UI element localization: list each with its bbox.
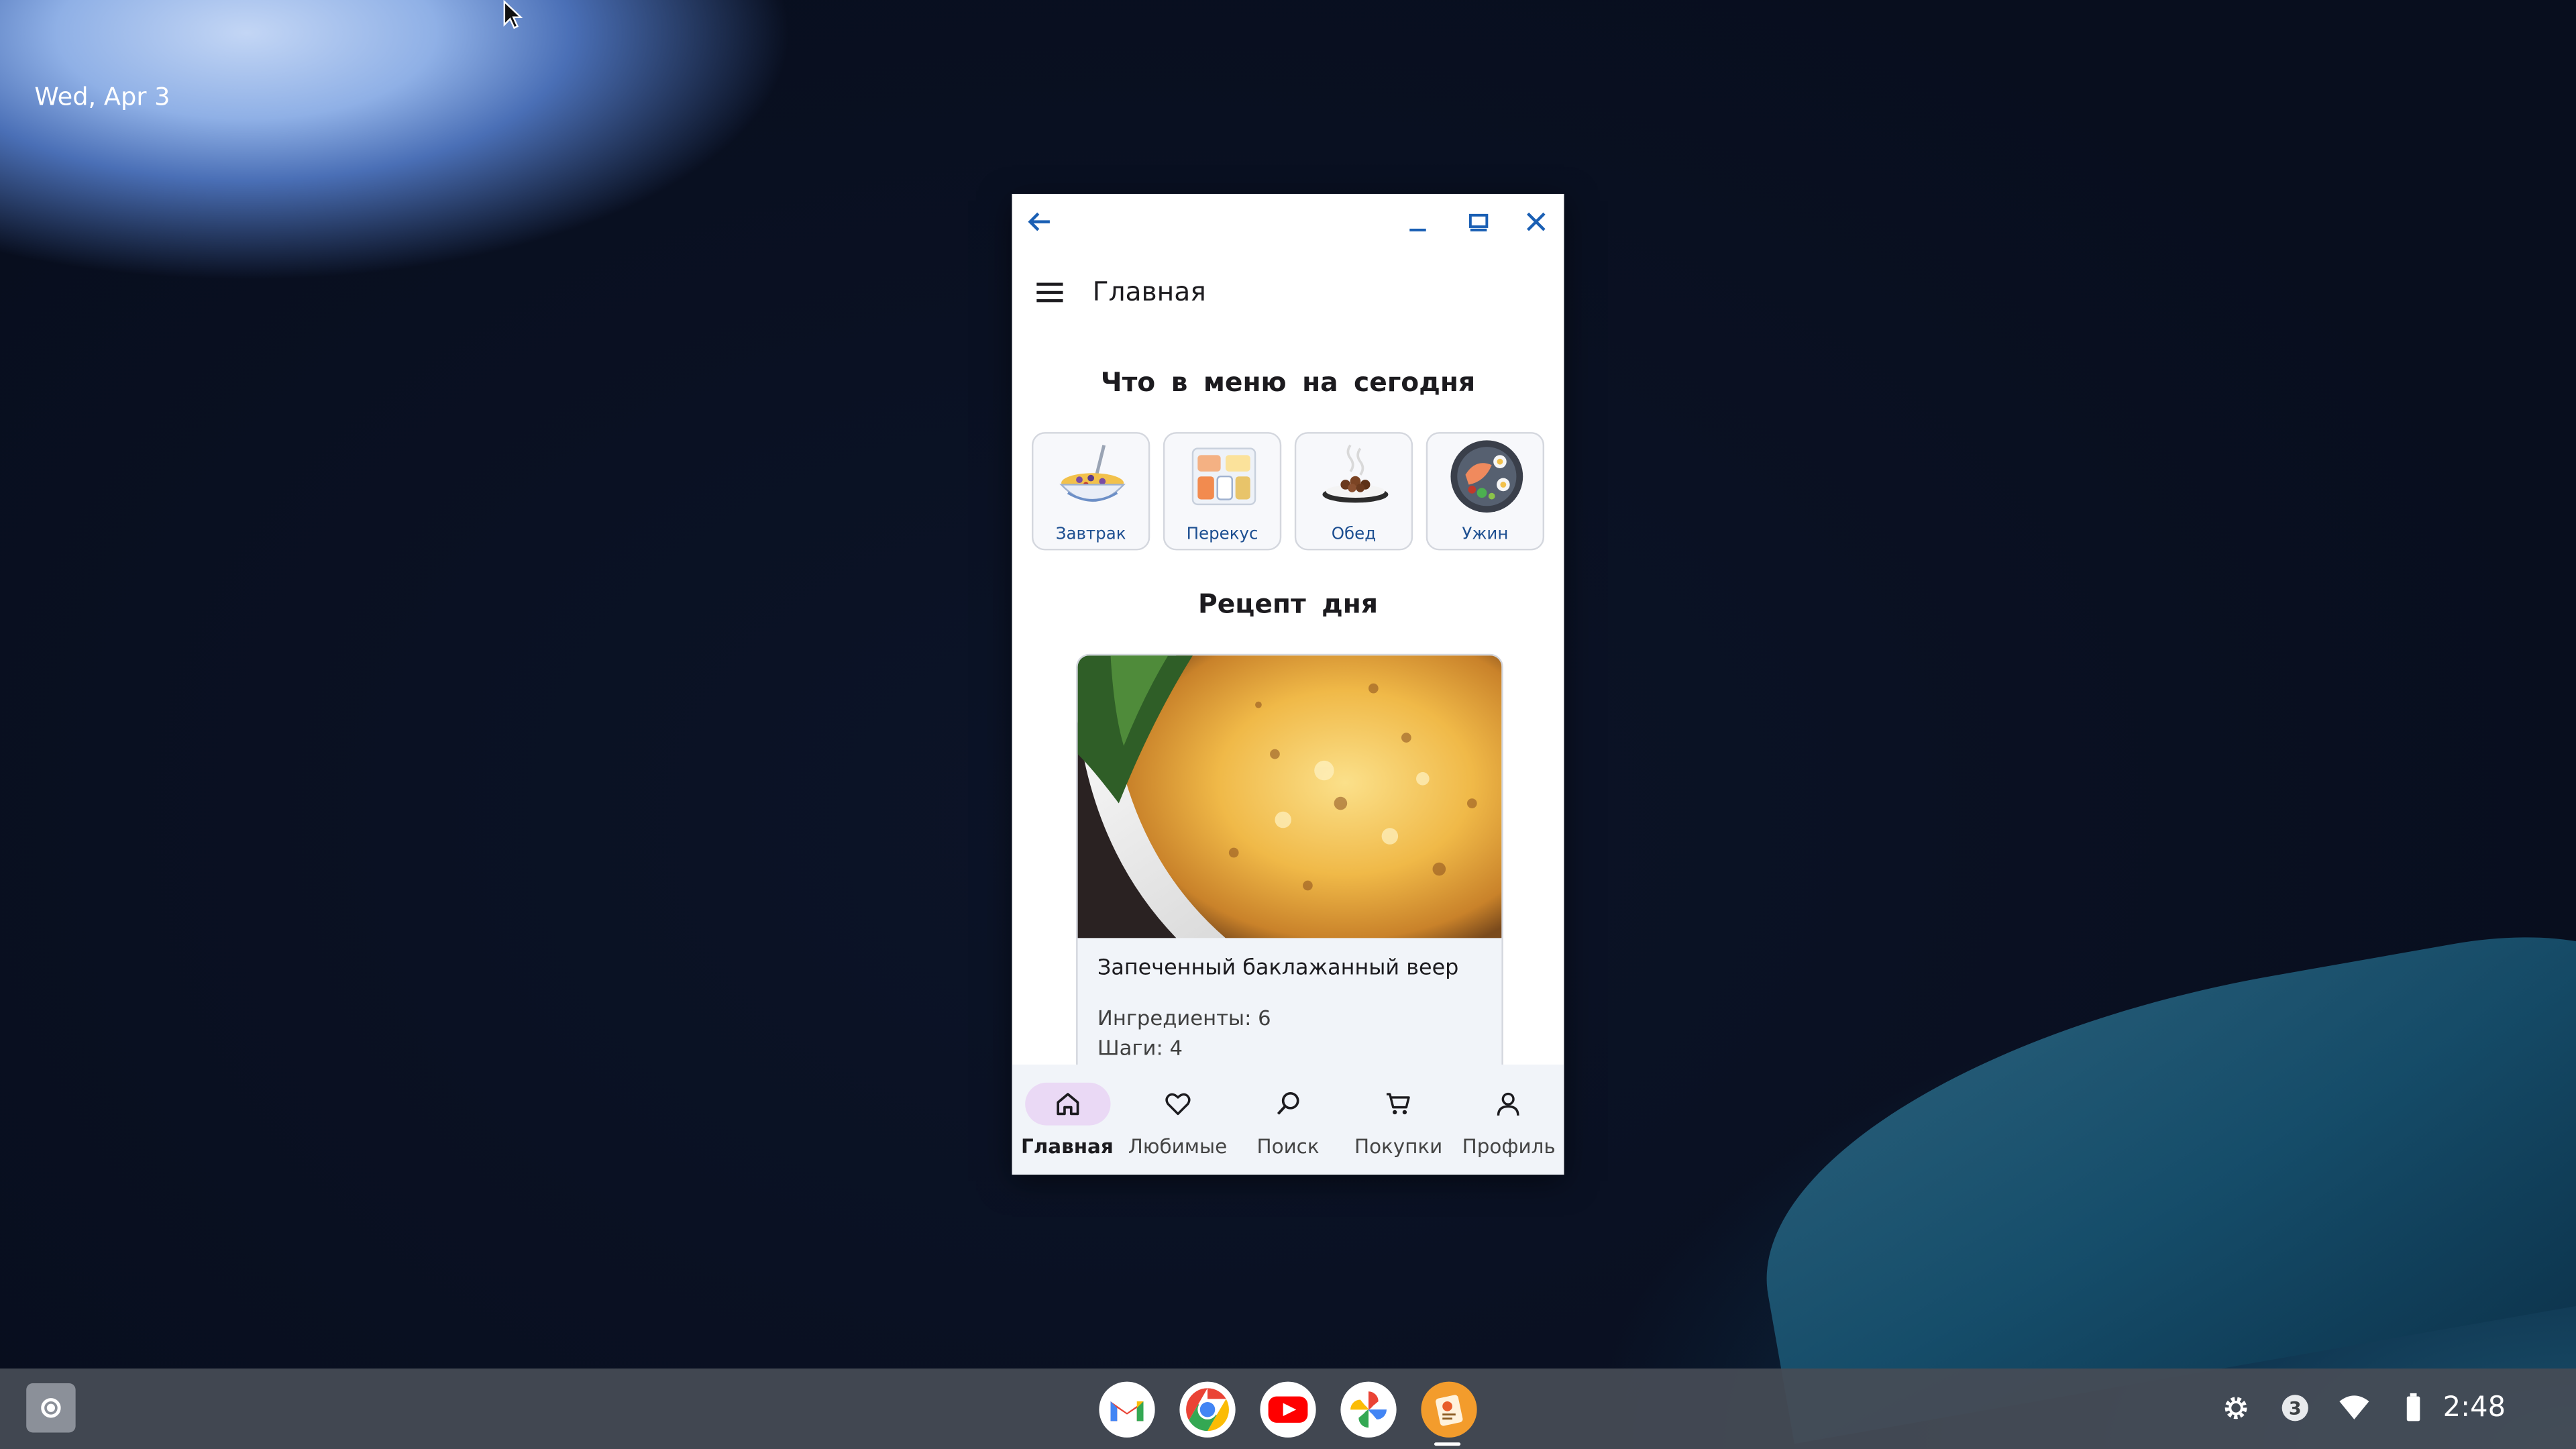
gmail-app-icon[interactable]	[1099, 1381, 1155, 1438]
home-icon	[1024, 1082, 1110, 1126]
bottom-navigation: Главная Любимые Поиск Покупки Профиль	[1012, 1064, 1564, 1175]
meal-categories: Завтрак Перекус Обед Ужин	[1031, 432, 1545, 553]
notification-badge: 3	[2282, 1395, 2308, 1421]
youtube-app-icon[interactable]	[1260, 1381, 1316, 1438]
person-icon	[1466, 1083, 1552, 1126]
back-arrow-icon[interactable]	[1024, 205, 1057, 238]
settings-gear-icon[interactable]	[2218, 1390, 2254, 1426]
breakfast-bowl-icon	[1059, 445, 1126, 502]
launcher-button[interactable]	[26, 1383, 76, 1433]
recipe-app-icon[interactable]	[1421, 1381, 1477, 1438]
lunch-plate-icon	[1322, 444, 1389, 503]
recipe-name: Запеченный баклажанный веер	[1097, 956, 1459, 981]
nav-label: Любимые	[1128, 1135, 1228, 1159]
nav-item-home[interactable]: Главная	[1012, 1065, 1123, 1175]
recipe-steps: Шаги: 4	[1097, 1034, 1183, 1060]
nav-item-favorites[interactable]: Любимые	[1122, 1065, 1233, 1175]
meal-label: Обед	[1331, 525, 1377, 544]
meal-label: Завтрак	[1055, 525, 1126, 544]
launcher-circle-icon	[41, 1398, 61, 1418]
meal-card-snack[interactable]: Перекус	[1163, 432, 1282, 551]
nav-label: Профиль	[1462, 1135, 1556, 1159]
nav-label: Поиск	[1256, 1135, 1320, 1159]
nav-label: Покупки	[1354, 1135, 1443, 1159]
recipe-ingredients: Ингредиенты: 6	[1097, 1005, 1271, 1030]
recipe-of-day-heading: Рецепт дня	[1198, 588, 1379, 620]
search-icon	[1245, 1083, 1330, 1126]
hamburger-menu-icon[interactable]	[1032, 274, 1068, 311]
meal-card-dinner[interactable]: Ужин	[1426, 432, 1545, 551]
active-app-indicator	[1434, 1442, 1461, 1446]
maximize-icon[interactable]	[1462, 205, 1495, 238]
chrome-app-icon[interactable]	[1179, 1381, 1236, 1438]
desktop-date: Wed, Apr 3	[34, 82, 170, 112]
recipe-photo	[1077, 655, 1502, 938]
photos-app-icon[interactable]	[1340, 1381, 1397, 1438]
battery-icon[interactable]	[2396, 1390, 2432, 1426]
meal-label: Ужин	[1462, 525, 1509, 544]
recipe-card[interactable]: Запеченный баклажанный веер Ингредиенты:…	[1076, 653, 1503, 1085]
clock[interactable]: 2:48	[2443, 1391, 2506, 1424]
meal-card-lunch[interactable]: Обед	[1294, 432, 1413, 551]
today-menu-heading: Что в меню на сегодня	[1100, 366, 1476, 398]
nav-item-search[interactable]: Поиск	[1233, 1065, 1344, 1175]
close-icon[interactable]	[1519, 205, 1552, 238]
app-window: Главная Что в меню на сегодня Завтрак Пе…	[1012, 193, 1564, 1175]
shelf: 3 2:48	[0, 1368, 2576, 1449]
dinner-plate-icon	[1450, 440, 1523, 513]
top-app-bar: Главная	[1012, 260, 1564, 325]
nav-label: Главная	[1021, 1135, 1114, 1159]
window-title-bar	[1012, 193, 1564, 250]
snack-tray-icon	[1191, 447, 1256, 506]
minimize-icon[interactable]	[1401, 205, 1434, 238]
page-title: Главная	[1092, 276, 1206, 307]
meal-label: Перекус	[1186, 525, 1258, 544]
nav-item-profile[interactable]: Профиль	[1454, 1065, 1564, 1175]
meal-card-breakfast[interactable]: Завтрак	[1031, 432, 1150, 551]
heart-icon	[1135, 1083, 1220, 1126]
nav-item-shopping[interactable]: Покупки	[1343, 1065, 1454, 1175]
cart-icon	[1356, 1083, 1441, 1126]
notification-count-icon[interactable]: 3	[2277, 1390, 2313, 1426]
wifi-icon[interactable]	[2336, 1390, 2372, 1426]
